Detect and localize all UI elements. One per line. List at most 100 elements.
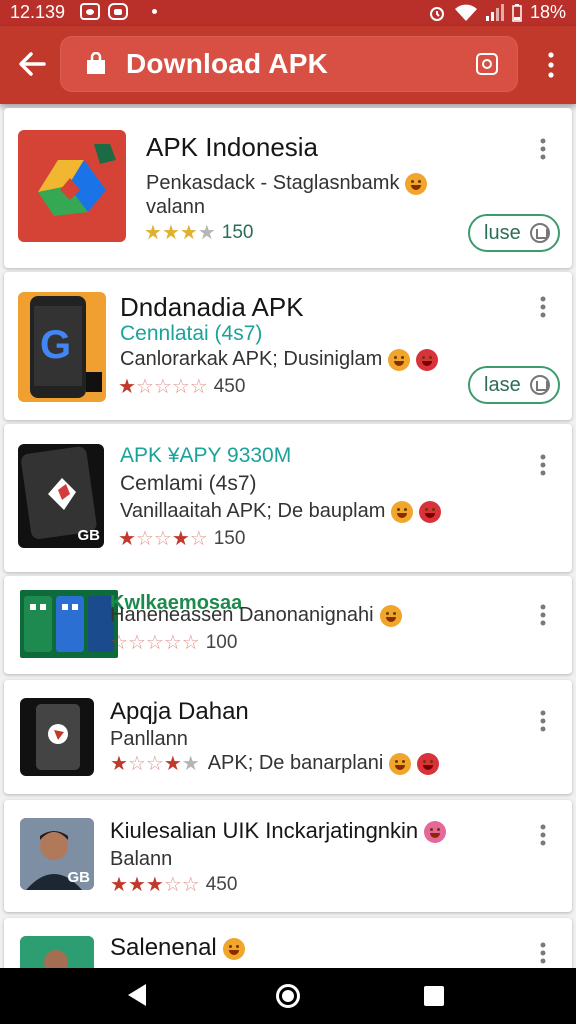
rating-count: 100 [205,632,238,653]
app-title: Salenenal [110,934,245,962]
star-icon: ☆ [153,528,172,550]
rating-count: 450 [213,376,246,397]
app-thumbnail: GB [18,444,104,548]
app-thumbnail [20,936,94,968]
thumb-badge: GB [67,869,91,886]
screenshots-icon [24,596,114,652]
star-icon: ☆ [127,632,146,654]
app-version: Cennlatai (4s7) [120,322,263,345]
phone-google-icon: G [30,296,102,398]
star-icon: ★ [118,376,136,398]
emoji-icon [389,752,412,775]
emoji-icon [416,348,439,371]
wifi-icon [454,4,477,21]
star-icon: ☆ [163,632,182,654]
list-item[interactable]: Kwlkaemosaa Haneneassen Danonanignahi ☆ … [4,576,572,674]
rating-count: 150 [221,222,254,243]
app-bar: Download APK [0,26,576,104]
list-item[interactable]: GB APK ¥APY 9330M Cemlami (4s7) Vanillaa… [4,424,572,572]
rating-stars: ★ ☆ ☆ ★ ★ APK; De banarplani [110,752,440,775]
star-icon: ★ [144,222,162,244]
page-title: Download APK [126,48,329,79]
app-thumbnail [18,130,126,242]
app-subtitle: Panllann [110,728,188,750]
app-thumbnail: GB [20,818,94,890]
item-menu-icon[interactable] [540,942,546,964]
list-item[interactable]: GB Kiulesalian UIK Inckarjatingnkin Bala… [4,800,572,912]
star-icon: ★ [110,874,128,896]
app-subtitle: Canlorarkak APK; Dusiniglam [120,348,439,371]
item-menu-icon[interactable] [540,710,546,732]
star-icon: ★ [145,874,164,896]
star-icon: ★ [179,222,198,244]
signal-icon [485,4,504,21]
bag-icon [87,52,105,74]
list-item[interactable]: Apqja Dahan Panllann ★ ☆ ☆ ★ ★ APK; De b… [4,680,572,794]
system-nav-bar [0,968,576,1024]
star-icon: ★ [163,752,182,775]
app-subtitle: Haneneassen Danonanignahi [110,604,402,627]
star-icon: ☆ [127,752,146,775]
title-pill[interactable]: Download APK [60,36,518,92]
app-subtitle: Vanillaaitah APK; De bauplam [120,500,442,523]
battery-percent: 18% [529,2,566,22]
camera-icon[interactable] [474,51,500,77]
overflow-menu-icon[interactable] [548,52,554,78]
emoji-icon [391,500,414,523]
star-icon: ☆ [189,528,208,550]
list-item[interactable]: G Dndanadia APK Cennlatai (4s7) Canlorar… [4,272,572,420]
star-icon: ☆ [171,376,190,398]
star-icon: ☆ [135,376,154,398]
install-button[interactable]: luse [468,214,560,252]
star-icon: ☆ [181,874,200,896]
nav-back-icon[interactable] [128,984,146,1006]
rating-stars: ★ ★ ★ ☆ ☆ 450 [110,874,237,896]
star-icon: ☆ [145,632,164,654]
app-title: APK Indonesia [146,132,319,162]
app-version: Cemlami (4s7) [120,472,257,495]
emoji-icon [222,937,245,960]
status-time: 12.139 [10,2,66,22]
star-icon: ★ [171,528,190,550]
item-menu-icon[interactable] [540,604,546,626]
item-menu-icon[interactable] [540,824,546,846]
emoji-icon [388,348,411,371]
svg-text:G: G [40,323,71,367]
app-title: Apqja Dahan [110,698,249,725]
star-icon: ☆ [110,632,128,654]
emoji-icon [424,821,447,844]
rating-stars: ★ ★ ★ ★ 150 [144,222,253,244]
app-subtitle: Penkasdack - Staglasnbamk [146,172,428,195]
item-menu-icon[interactable] [540,296,546,318]
star-icon: ☆ [145,752,164,775]
download-icon [530,375,550,395]
rating-stars: ★ ☆ ☆ ☆ ☆ 450 [118,376,245,398]
star-icon: ★ [110,752,128,775]
emoji-icon [417,752,440,775]
list-item[interactable]: APK Indonesia Penkasdack - Staglasnbamk … [4,108,572,268]
star-icon: ☆ [153,376,172,398]
app-title: Kiulesalian UIK Inckarjatingnkin [110,818,447,844]
app-subtitle-2: valann [146,196,205,218]
list-item[interactable]: Salenenal [4,918,572,968]
install-button[interactable]: lase [468,366,560,404]
app-subtitle: Balann [110,848,173,870]
star-icon: ★ [118,528,136,550]
app-title: Dndanadia APK [120,292,304,322]
star-icon: ☆ [189,376,208,398]
emoji-icon [379,604,402,627]
rating-count: 450 [205,874,238,895]
status-bar: 12.139 18% [0,0,576,26]
item-menu-icon[interactable] [540,454,546,476]
app-title: APK ¥APY 9330M [120,444,292,467]
app-thumbnail [20,698,94,776]
item-menu-icon[interactable] [540,138,546,160]
nav-recents-icon[interactable] [424,986,444,1006]
apk-logo-icon [38,144,116,216]
back-arrow-icon[interactable] [14,46,50,82]
nav-home-icon[interactable] [276,984,300,1008]
phone-app-icon [36,704,80,770]
star-icon: ☆ [181,632,200,654]
emoji-icon [419,500,442,523]
star-icon: ☆ [135,528,154,550]
